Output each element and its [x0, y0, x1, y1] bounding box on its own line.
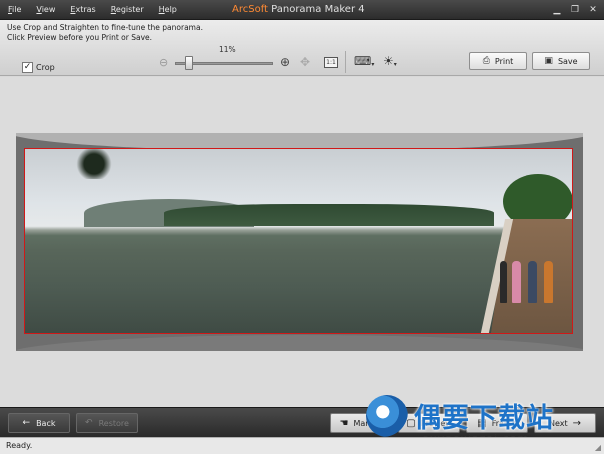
frame-label: Frame: [491, 418, 517, 428]
print-label: Print: [494, 56, 514, 66]
zoom-in-icon[interactable]: ⊕: [280, 55, 290, 69]
zoom-slider-thumb[interactable]: [185, 56, 193, 70]
menu-view[interactable]: View: [36, 0, 55, 20]
straighten-tool-icon[interactable]: ⌨▾: [354, 54, 374, 68]
close-icon[interactable]: ✕: [586, 3, 600, 17]
print-button[interactable]: ⎙ Print: [469, 52, 527, 70]
manual-label: Manual: [353, 418, 383, 428]
brightness-tool-icon[interactable]: ☀▾: [383, 54, 397, 68]
status-text: Ready.: [6, 441, 33, 450]
preview-icon: ▢: [406, 417, 416, 429]
next-button[interactable]: Next →: [534, 413, 596, 433]
menu-register[interactable]: Register: [111, 0, 144, 20]
hint-line-1: Use Crop and Straighten to fine-tune the…: [7, 23, 203, 32]
fit-to-window-icon[interactable]: ✥: [300, 55, 310, 69]
frame-icon: ▦: [477, 417, 487, 429]
status-bar: Ready. ◢: [0, 437, 604, 454]
frame-button[interactable]: ▦ Frame: [466, 413, 528, 433]
zoom-out-icon[interactable]: ⊖: [159, 56, 168, 69]
resize-grip-icon[interactable]: ◢: [595, 443, 601, 452]
save-label: Save: [557, 56, 578, 66]
panorama-frame: [16, 133, 583, 351]
title-bar: File View Extras Register Help ArcSoft P…: [0, 0, 604, 20]
instructions: Use Crop and Straighten to fine-tune the…: [7, 23, 203, 43]
preview-label: Preview: [420, 418, 452, 428]
next-label: Next: [548, 418, 568, 428]
back-label: Back: [36, 418, 56, 428]
app-title: ArcSoft Panorama Maker 4: [232, 0, 365, 20]
restore-arrow-icon: ↶: [85, 418, 93, 428]
toolbar-separator: [345, 51, 346, 73]
save-button[interactable]: ▣ Save: [532, 52, 590, 70]
restore-button[interactable]: ↶ Restore: [76, 413, 138, 433]
manual-button[interactable]: ☚ Manual: [330, 413, 392, 433]
menu-file[interactable]: File: [8, 0, 21, 20]
preview-button[interactable]: ▢ Preview: [398, 413, 460, 433]
bottom-nav: ← Back ↶ Restore ☚ Manual ▢ Preview ▦ Fr…: [0, 407, 604, 437]
preview-canvas[interactable]: [0, 77, 604, 407]
menu-help[interactable]: Help: [159, 0, 177, 20]
crop-label: Crop: [36, 63, 55, 72]
restore-icon[interactable]: ❐: [568, 3, 582, 17]
warp-edge-bottom: [16, 335, 583, 351]
restore-label: Restore: [98, 418, 129, 428]
minimize-icon[interactable]: ▁: [550, 3, 564, 17]
hint-line-2: Click Preview before you Print or Save.: [7, 33, 153, 42]
printer-icon: ⎙: [482, 56, 490, 66]
actual-size-button[interactable]: 1:1: [324, 57, 338, 68]
crop-checkbox[interactable]: ✓: [22, 62, 33, 73]
arrow-right-icon: →: [572, 417, 582, 429]
window-controls: ▁ ❐ ✕: [546, 3, 600, 17]
app-brand: ArcSoft: [232, 4, 268, 15]
crop-toggle[interactable]: ✓ Crop: [22, 62, 55, 73]
arrow-left-icon: ←: [22, 418, 31, 428]
floppy-disk-icon: ▣: [544, 56, 553, 66]
menu-extras[interactable]: Extras: [70, 0, 95, 20]
toolbar: Use Crop and Straighten to fine-tune the…: [0, 20, 604, 76]
crop-rectangle[interactable]: [24, 148, 573, 334]
zoom-slider[interactable]: [175, 56, 273, 70]
back-button[interactable]: ← Back: [8, 413, 70, 433]
zoom-percent: 11%: [219, 45, 236, 54]
menu-bar: File View Extras Register Help: [8, 0, 192, 20]
app-name: Panorama Maker 4: [271, 4, 365, 15]
hand-icon: ☚: [339, 417, 349, 429]
